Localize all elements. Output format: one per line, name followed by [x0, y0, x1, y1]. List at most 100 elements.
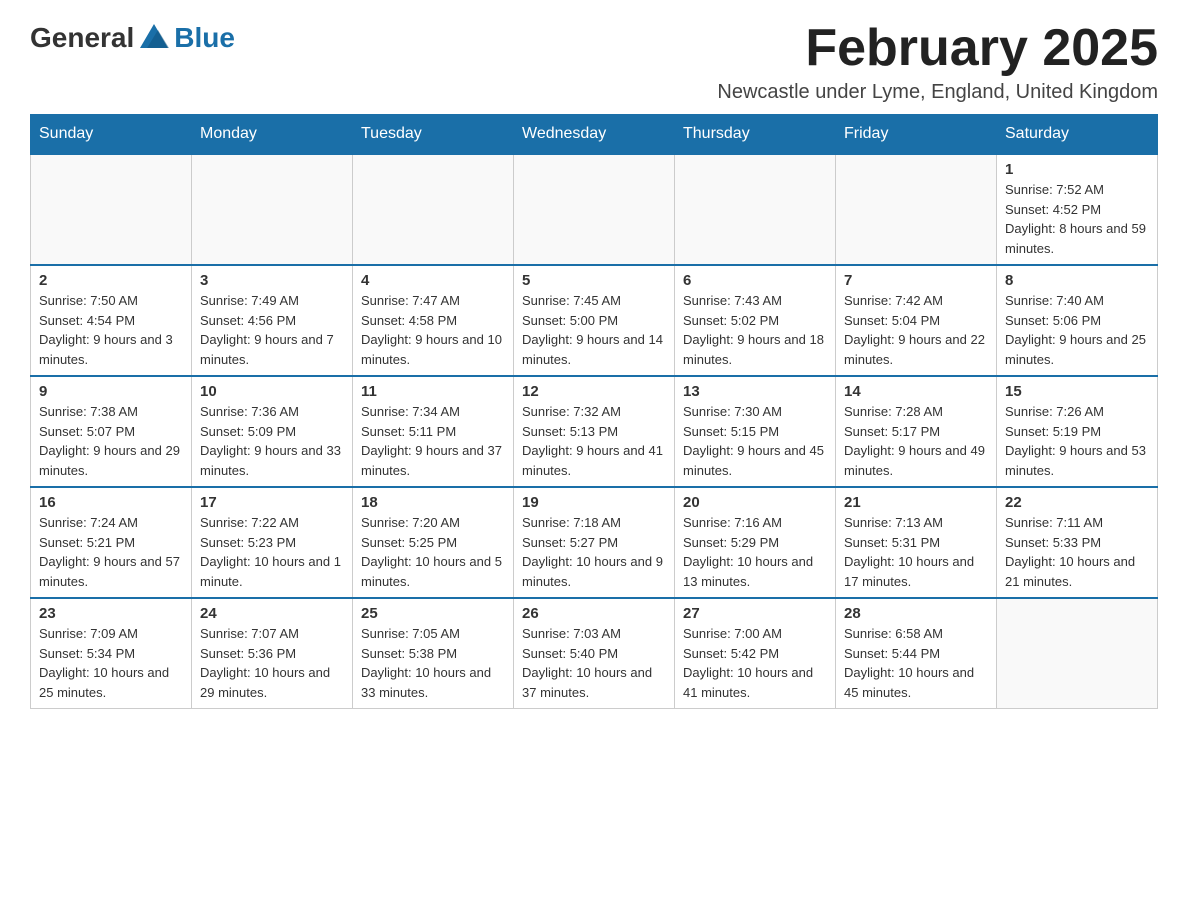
day-number: 3: [200, 272, 344, 289]
table-row: 7 Sunrise: 7:42 AM Sunset: 5:04 PM Daylig…: [836, 265, 997, 376]
day-info: Sunrise: 7:22 AM Sunset: 5:23 PM Dayligh…: [200, 513, 344, 591]
day-number: 27: [683, 605, 827, 622]
calendar-week-row: 16 Sunrise: 7:24 AM Sunset: 5:21 PM Dayli…: [31, 487, 1158, 598]
table-row: 4 Sunrise: 7:47 AM Sunset: 4:58 PM Daylig…: [353, 265, 514, 376]
header-saturday: Saturday: [997, 115, 1158, 155]
calendar-week-row: 2 Sunrise: 7:50 AM Sunset: 4:54 PM Daylig…: [31, 265, 1158, 376]
day-number: 13: [683, 383, 827, 400]
day-info: Sunrise: 7:05 AM Sunset: 5:38 PM Dayligh…: [361, 624, 505, 702]
day-info: Sunrise: 7:42 AM Sunset: 5:04 PM Dayligh…: [844, 291, 988, 369]
table-row: 2 Sunrise: 7:50 AM Sunset: 4:54 PM Daylig…: [31, 265, 192, 376]
table-row: 12 Sunrise: 7:32 AM Sunset: 5:13 PM Dayli…: [514, 376, 675, 487]
day-number: 18: [361, 494, 505, 511]
day-number: 24: [200, 605, 344, 622]
day-info: Sunrise: 7:26 AM Sunset: 5:19 PM Dayligh…: [1005, 402, 1149, 480]
day-number: 22: [1005, 494, 1149, 511]
logo-icon: [136, 20, 172, 56]
day-info: Sunrise: 7:28 AM Sunset: 5:17 PM Dayligh…: [844, 402, 988, 480]
table-row: 10 Sunrise: 7:36 AM Sunset: 5:09 PM Dayli…: [192, 376, 353, 487]
table-row: [675, 154, 836, 265]
day-info: Sunrise: 6:58 AM Sunset: 5:44 PM Dayligh…: [844, 624, 988, 702]
day-number: 16: [39, 494, 183, 511]
title-area: February 2025 Newcastle under Lyme, Engl…: [717, 20, 1158, 104]
day-info: Sunrise: 7:50 AM Sunset: 4:54 PM Dayligh…: [39, 291, 183, 369]
day-number: 6: [683, 272, 827, 289]
day-info: Sunrise: 7:30 AM Sunset: 5:15 PM Dayligh…: [683, 402, 827, 480]
day-info: Sunrise: 7:03 AM Sunset: 5:40 PM Dayligh…: [522, 624, 666, 702]
header-wednesday: Wednesday: [514, 115, 675, 155]
table-row: [31, 154, 192, 265]
day-info: Sunrise: 7:40 AM Sunset: 5:06 PM Dayligh…: [1005, 291, 1149, 369]
table-row: 24 Sunrise: 7:07 AM Sunset: 5:36 PM Dayli…: [192, 598, 353, 709]
day-info: Sunrise: 7:20 AM Sunset: 5:25 PM Dayligh…: [361, 513, 505, 591]
days-header-row: Sunday Monday Tuesday Wednesday Thursday…: [31, 115, 1158, 155]
table-row: [514, 154, 675, 265]
calendar-title: February 2025: [717, 20, 1158, 77]
table-row: 28 Sunrise: 6:58 AM Sunset: 5:44 PM Dayli…: [836, 598, 997, 709]
table-row: [192, 154, 353, 265]
day-number: 19: [522, 494, 666, 511]
day-number: 9: [39, 383, 183, 400]
table-row: 25 Sunrise: 7:05 AM Sunset: 5:38 PM Dayli…: [353, 598, 514, 709]
table-row: 16 Sunrise: 7:24 AM Sunset: 5:21 PM Dayli…: [31, 487, 192, 598]
day-number: 11: [361, 383, 505, 400]
day-number: 1: [1005, 161, 1149, 178]
calendar-week-row: 9 Sunrise: 7:38 AM Sunset: 5:07 PM Daylig…: [31, 376, 1158, 487]
calendar-week-row: 1Sunrise: 7:52 AM Sunset: 4:52 PM Daylig…: [31, 154, 1158, 265]
table-row: 14 Sunrise: 7:28 AM Sunset: 5:17 PM Dayli…: [836, 376, 997, 487]
day-number: 4: [361, 272, 505, 289]
day-number: 26: [522, 605, 666, 622]
day-info: Sunrise: 7:00 AM Sunset: 5:42 PM Dayligh…: [683, 624, 827, 702]
day-number: 25: [361, 605, 505, 622]
table-row: 17 Sunrise: 7:22 AM Sunset: 5:23 PM Dayli…: [192, 487, 353, 598]
table-row: [353, 154, 514, 265]
day-number: 12: [522, 383, 666, 400]
page-header: General Blue February 2025 Newcastle und…: [30, 20, 1158, 104]
table-row: 9 Sunrise: 7:38 AM Sunset: 5:07 PM Daylig…: [31, 376, 192, 487]
day-info: Sunrise: 7:16 AM Sunset: 5:29 PM Dayligh…: [683, 513, 827, 591]
calendar-week-row: 23 Sunrise: 7:09 AM Sunset: 5:34 PM Dayli…: [31, 598, 1158, 709]
table-row: 27 Sunrise: 7:00 AM Sunset: 5:42 PM Dayli…: [675, 598, 836, 709]
table-row: 23 Sunrise: 7:09 AM Sunset: 5:34 PM Dayli…: [31, 598, 192, 709]
day-number: 5: [522, 272, 666, 289]
table-row: 13 Sunrise: 7:30 AM Sunset: 5:15 PM Dayli…: [675, 376, 836, 487]
day-info: Sunrise: 7:38 AM Sunset: 5:07 PM Dayligh…: [39, 402, 183, 480]
day-info: Sunrise: 7:09 AM Sunset: 5:34 PM Dayligh…: [39, 624, 183, 702]
day-info: Sunrise: 7:34 AM Sunset: 5:11 PM Dayligh…: [361, 402, 505, 480]
day-number: 23: [39, 605, 183, 622]
day-info: Sunrise: 7:13 AM Sunset: 5:31 PM Dayligh…: [844, 513, 988, 591]
day-info: Sunrise: 7:47 AM Sunset: 4:58 PM Dayligh…: [361, 291, 505, 369]
day-info: Sunrise: 7:36 AM Sunset: 5:09 PM Dayligh…: [200, 402, 344, 480]
table-row: 8 Sunrise: 7:40 AM Sunset: 5:06 PM Daylig…: [997, 265, 1158, 376]
day-number: 2: [39, 272, 183, 289]
header-tuesday: Tuesday: [353, 115, 514, 155]
day-number: 21: [844, 494, 988, 511]
table-row: 15Sunrise: 7:26 AM Sunset: 5:19 PM Dayli…: [997, 376, 1158, 487]
day-number: 20: [683, 494, 827, 511]
logo: General Blue: [30, 20, 235, 56]
day-number: 17: [200, 494, 344, 511]
day-info: Sunrise: 7:45 AM Sunset: 5:00 PM Dayligh…: [522, 291, 666, 369]
day-number: 8: [1005, 272, 1149, 289]
table-row: 22Sunrise: 7:11 AM Sunset: 5:33 PM Dayli…: [997, 487, 1158, 598]
header-sunday: Sunday: [31, 115, 192, 155]
day-number: 7: [844, 272, 988, 289]
day-number: 10: [200, 383, 344, 400]
header-thursday: Thursday: [675, 115, 836, 155]
day-info: Sunrise: 7:32 AM Sunset: 5:13 PM Dayligh…: [522, 402, 666, 480]
table-row: 11 Sunrise: 7:34 AM Sunset: 5:11 PM Dayli…: [353, 376, 514, 487]
day-number: 14: [844, 383, 988, 400]
day-number: 28: [844, 605, 988, 622]
day-info: Sunrise: 7:24 AM Sunset: 5:21 PM Dayligh…: [39, 513, 183, 591]
logo-general-text: General: [30, 22, 134, 54]
header-friday: Friday: [836, 115, 997, 155]
table-row: 19Sunrise: 7:18 AM Sunset: 5:27 PM Dayli…: [514, 487, 675, 598]
table-row: 20 Sunrise: 7:16 AM Sunset: 5:29 PM Dayli…: [675, 487, 836, 598]
day-info: Sunrise: 7:07 AM Sunset: 5:36 PM Dayligh…: [200, 624, 344, 702]
table-row: 18 Sunrise: 7:20 AM Sunset: 5:25 PM Dayli…: [353, 487, 514, 598]
table-row: 1Sunrise: 7:52 AM Sunset: 4:52 PM Daylig…: [997, 154, 1158, 265]
day-info: Sunrise: 7:43 AM Sunset: 5:02 PM Dayligh…: [683, 291, 827, 369]
table-row: 6 Sunrise: 7:43 AM Sunset: 5:02 PM Daylig…: [675, 265, 836, 376]
table-row: [997, 598, 1158, 709]
logo-blue-text: Blue: [174, 22, 235, 54]
